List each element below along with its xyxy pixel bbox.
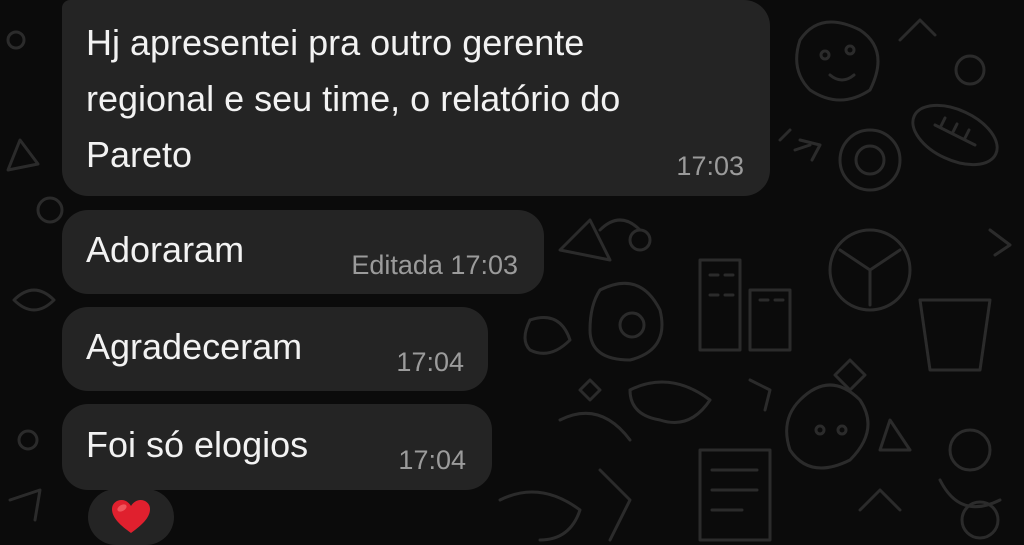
heart-icon <box>112 500 150 533</box>
message-text: Hj apresentei pra outro gerente regional… <box>86 22 621 175</box>
message-timestamp: 17:03 <box>676 151 744 181</box>
message-timestamp: 17:04 <box>396 347 464 377</box>
message-meta: Editada 17:03 <box>351 250 518 281</box>
message-text: Agradeceram <box>86 326 303 367</box>
message-bubble[interactable]: Hj apresentei pra outro gerente regional… <box>62 0 770 196</box>
message-bubble[interactable]: Adoraram Editada 17:03 <box>62 210 544 294</box>
message-text: Foi só elogios <box>86 424 309 465</box>
message-timestamp: 17:03 <box>450 250 518 280</box>
reaction-badge[interactable] <box>88 489 174 545</box>
message-bubble[interactable]: Agradeceram 17:04 <box>62 307 488 391</box>
message-timestamp: 17:04 <box>398 445 466 475</box>
message-bubble[interactable]: Foi só elogios 17:04 <box>62 404 492 490</box>
message-text: Adoraram <box>86 229 245 270</box>
edited-label: Editada <box>351 250 443 280</box>
